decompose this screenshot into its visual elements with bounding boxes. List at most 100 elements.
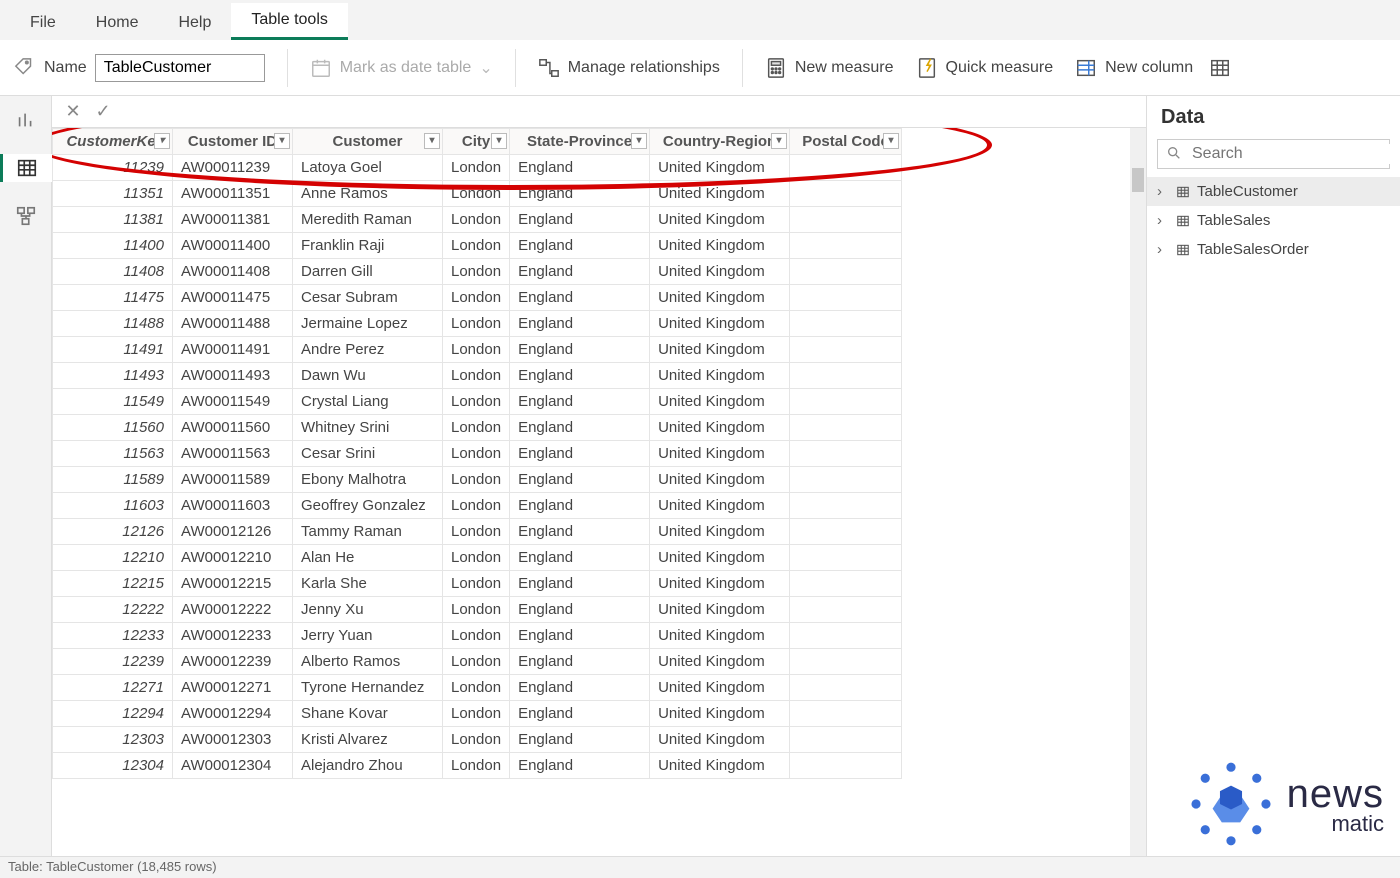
column-header[interactable]: CustomerKey▾	[53, 129, 173, 155]
cell[interactable]: United Kingdom	[650, 233, 790, 259]
cell[interactable]: 12126	[53, 519, 173, 545]
cell[interactable]	[790, 597, 902, 623]
cell[interactable]	[790, 701, 902, 727]
cell[interactable]: AW00012233	[173, 623, 293, 649]
column-filter-button[interactable]: ▾	[154, 133, 170, 149]
cell[interactable]: 11381	[53, 207, 173, 233]
cell[interactable]: United Kingdom	[650, 649, 790, 675]
cell[interactable]: 11491	[53, 337, 173, 363]
cell[interactable]: England	[510, 363, 650, 389]
table-row[interactable]: 11491AW00011491Andre PerezLondonEnglandU…	[53, 337, 902, 363]
cell[interactable]: England	[510, 753, 650, 779]
cell[interactable]: United Kingdom	[650, 597, 790, 623]
cell[interactable]: 12215	[53, 571, 173, 597]
table-row[interactable]: 11563AW00011563Cesar SriniLondonEnglandU…	[53, 441, 902, 467]
cell[interactable]: London	[443, 441, 510, 467]
table-row[interactable]: 11239AW00011239Latoya GoelLondonEnglandU…	[53, 155, 902, 181]
cell[interactable]: 11475	[53, 285, 173, 311]
cell[interactable]: England	[510, 415, 650, 441]
mark-as-date-button[interactable]: Mark as date table ⌄	[310, 57, 493, 79]
table-row[interactable]: 11603AW00011603Geoffrey GonzalezLondonEn…	[53, 493, 902, 519]
cell[interactable]	[790, 415, 902, 441]
table-row[interactable]: 12239AW00012239Alberto RamosLondonEnglan…	[53, 649, 902, 675]
cell[interactable]	[790, 519, 902, 545]
cell[interactable]: Karla She	[293, 571, 443, 597]
column-filter-button[interactable]: ▾	[424, 133, 440, 149]
cell[interactable]: 11408	[53, 259, 173, 285]
cell[interactable]: United Kingdom	[650, 285, 790, 311]
data-grid[interactable]: CustomerKey▾Customer ID▾Customer▾City▾St…	[52, 128, 1146, 856]
table-row[interactable]: 12222AW00012222Jenny XuLondonEnglandUnit…	[53, 597, 902, 623]
cell[interactable]: London	[443, 233, 510, 259]
table-name-input[interactable]	[95, 54, 265, 82]
cell[interactable]: Crystal Liang	[293, 389, 443, 415]
cell[interactable]: London	[443, 623, 510, 649]
cell[interactable]: London	[443, 337, 510, 363]
table-row[interactable]: 12304AW00012304Alejandro ZhouLondonEngla…	[53, 753, 902, 779]
cell[interactable]: London	[443, 389, 510, 415]
cell[interactable]: London	[443, 701, 510, 727]
cell[interactable]	[790, 259, 902, 285]
cell[interactable]: England	[510, 233, 650, 259]
cell[interactable]: England	[510, 207, 650, 233]
column-header[interactable]: Customer ID▾	[173, 129, 293, 155]
table-row[interactable]: 12210AW00012210Alan HeLondonEnglandUnite…	[53, 545, 902, 571]
table-row[interactable]: 11381AW00011381Meredith RamanLondonEngla…	[53, 207, 902, 233]
cell[interactable]: England	[510, 155, 650, 181]
cell[interactable]: AW00011488	[173, 311, 293, 337]
cell[interactable]: England	[510, 649, 650, 675]
fields-table-item[interactable]: ›TableSalesOrder	[1147, 235, 1400, 264]
table-row[interactable]: 11475AW00011475Cesar SubramLondonEngland…	[53, 285, 902, 311]
cell[interactable]: United Kingdom	[650, 675, 790, 701]
cell[interactable]: London	[443, 675, 510, 701]
cell[interactable]: AW00011408	[173, 259, 293, 285]
cell[interactable]: London	[443, 649, 510, 675]
column-filter-button[interactable]: ▾	[274, 133, 290, 149]
cell[interactable]: 12222	[53, 597, 173, 623]
cell[interactable]: Jerry Yuan	[293, 623, 443, 649]
cell[interactable]: Cesar Srini	[293, 441, 443, 467]
cell[interactable]: England	[510, 285, 650, 311]
cell[interactable]: England	[510, 519, 650, 545]
cell[interactable]	[790, 623, 902, 649]
cell[interactable]	[790, 467, 902, 493]
cell[interactable]: Meredith Raman	[293, 207, 443, 233]
cell[interactable]	[790, 571, 902, 597]
cell[interactable]	[790, 207, 902, 233]
cell[interactable]: England	[510, 545, 650, 571]
cell[interactable]: England	[510, 441, 650, 467]
cell[interactable]: England	[510, 259, 650, 285]
cell[interactable]: Cesar Subram	[293, 285, 443, 311]
cell[interactable]: London	[443, 415, 510, 441]
cell[interactable]: United Kingdom	[650, 623, 790, 649]
fields-table-item[interactable]: ›TableCustomer	[1147, 177, 1400, 206]
table-row[interactable]: 11400AW00011400Franklin RajiLondonEnglan…	[53, 233, 902, 259]
fields-search[interactable]	[1157, 139, 1390, 169]
cell[interactable]: England	[510, 181, 650, 207]
cell[interactable]: London	[443, 311, 510, 337]
cell[interactable]: AW00011351	[173, 181, 293, 207]
table-row[interactable]: 12126AW00012126Tammy RamanLondonEnglandU…	[53, 519, 902, 545]
column-header[interactable]: Country-Region▾	[650, 129, 790, 155]
tab-file[interactable]: File	[10, 6, 76, 40]
cell[interactable]: Alberto Ramos	[293, 649, 443, 675]
cell[interactable]: United Kingdom	[650, 519, 790, 545]
cell[interactable]: England	[510, 701, 650, 727]
cell[interactable]: AW00012215	[173, 571, 293, 597]
vertical-scrollbar[interactable]	[1130, 128, 1146, 856]
cell[interactable]: Tammy Raman	[293, 519, 443, 545]
cell[interactable]	[790, 233, 902, 259]
cell[interactable]	[790, 337, 902, 363]
cell[interactable]: United Kingdom	[650, 415, 790, 441]
cell[interactable]: Darren Gill	[293, 259, 443, 285]
cell[interactable]: England	[510, 493, 650, 519]
data-view-button[interactable]	[0, 154, 52, 182]
cell[interactable]: London	[443, 571, 510, 597]
cell[interactable]: England	[510, 571, 650, 597]
table-row[interactable]: 12215AW00012215Karla SheLondonEnglandUni…	[53, 571, 902, 597]
scrollbar-thumb[interactable]	[1132, 168, 1144, 192]
cell[interactable]: Latoya Goel	[293, 155, 443, 181]
cell[interactable]: United Kingdom	[650, 545, 790, 571]
cell[interactable]	[790, 493, 902, 519]
cell[interactable]: Alejandro Zhou	[293, 753, 443, 779]
